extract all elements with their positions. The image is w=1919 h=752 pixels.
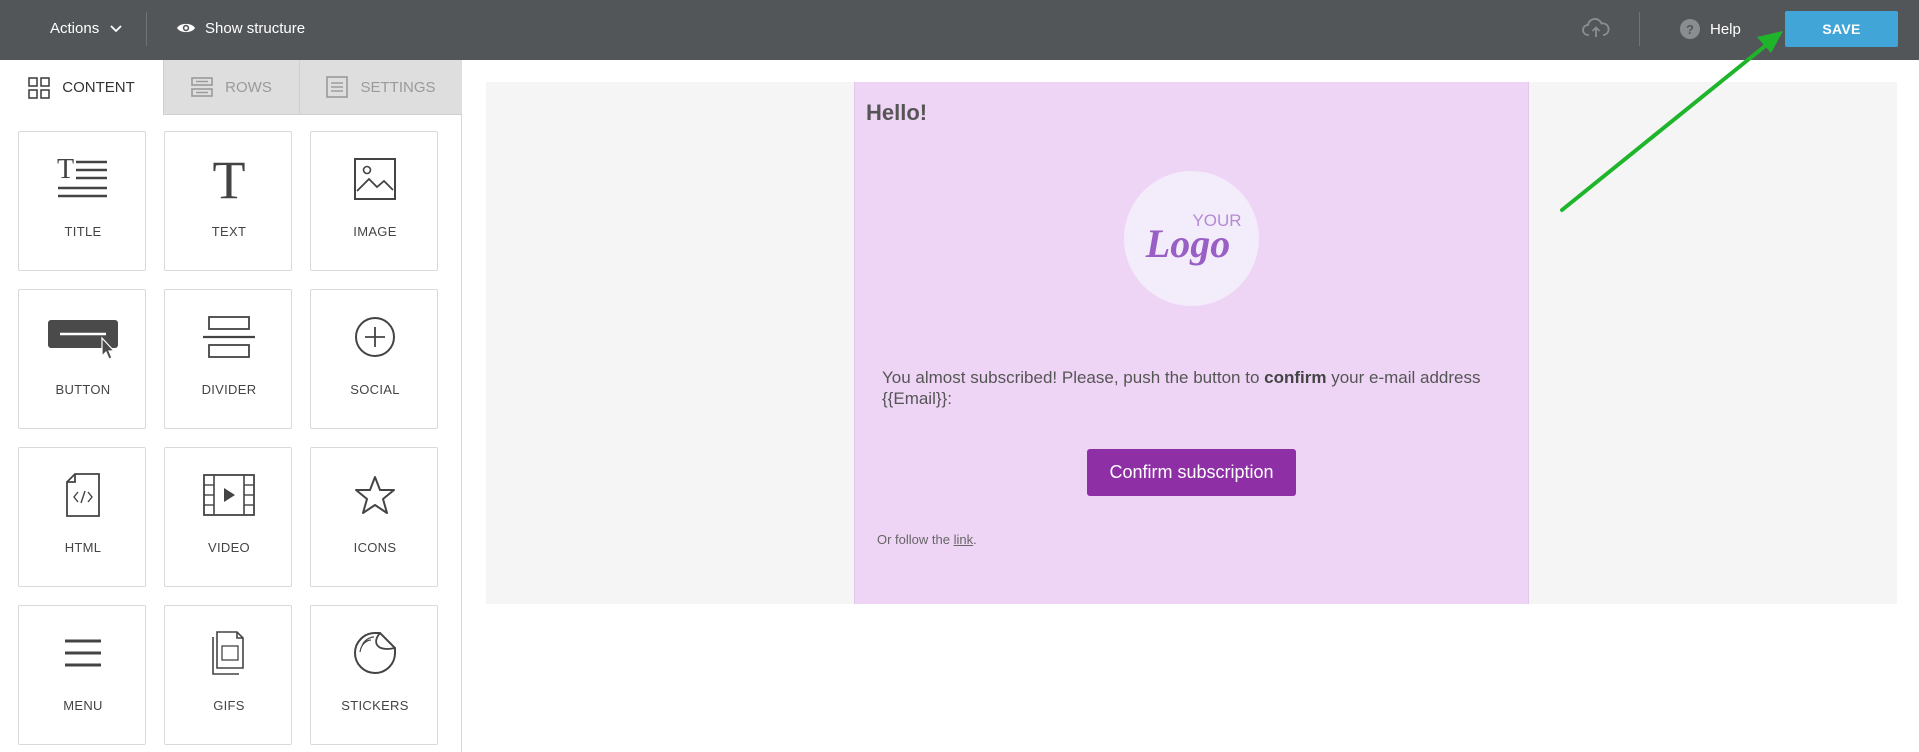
text-icon: T <box>213 154 246 204</box>
block-stickers[interactable]: STICKERS <box>310 605 438 745</box>
block-label: BUTTON <box>55 382 111 397</box>
logo-image[interactable]: YOUR Logo <box>1124 171 1259 306</box>
follow-link-text[interactable]: Or follow the link. <box>877 532 977 547</box>
divider-icon <box>203 316 255 358</box>
show-structure-toggle[interactable]: Show structure <box>176 0 305 56</box>
svg-text:T: T <box>57 156 74 185</box>
button-icon <box>48 320 118 360</box>
settings-icon <box>326 76 349 98</box>
block-label: IMAGE <box>353 224 397 239</box>
logo-icon: YOUR Logo <box>1145 211 1242 266</box>
block-gifs[interactable]: GIFS <box>164 605 292 745</box>
block-button[interactable]: BUTTON <box>18 289 146 429</box>
block-label: ICONS <box>353 540 397 555</box>
rows-icon <box>191 77 213 97</box>
block-label: TEXT <box>211 224 247 239</box>
confirm-subscription-button[interactable]: Confirm subscription <box>1087 449 1296 496</box>
star-icon <box>355 476 395 514</box>
html-icon <box>66 473 100 517</box>
actions-label: Actions <box>50 19 100 37</box>
block-html[interactable]: HTML <box>18 447 146 587</box>
eye-icon <box>177 23 195 33</box>
save-button[interactable]: SAVE <box>1785 11 1898 47</box>
social-icon <box>355 317 395 357</box>
block-label: SOCIAL <box>350 382 400 397</box>
block-label: TITLE <box>64 224 102 239</box>
content-sidebar: CONTENT ROWS SETTINGS T TITLE T TEXT IMA… <box>0 60 462 752</box>
follow-link[interactable]: link <box>954 532 974 547</box>
tab-rows[interactable]: ROWS <box>163 60 299 115</box>
toolbar-divider <box>1639 12 1640 46</box>
actions-menu-button[interactable]: Actions <box>30 0 143 56</box>
email-message[interactable]: You almost subscribed! Please, push the … <box>882 367 1482 409</box>
block-social[interactable]: SOCIAL <box>310 289 438 429</box>
logo-main-text: Logo <box>1145 221 1230 266</box>
block-text[interactable]: T TEXT <box>164 131 292 271</box>
chevron-down-icon <box>110 25 122 33</box>
follow-prefix: Or follow the <box>877 532 954 547</box>
block-label: HTML <box>64 540 102 555</box>
block-title[interactable]: T TITLE <box>18 131 146 271</box>
toolbar-divider <box>146 12 147 46</box>
block-divider[interactable]: DIVIDER <box>164 289 292 429</box>
message-bold: confirm <box>1264 368 1327 387</box>
block-menu[interactable]: MENU <box>18 605 146 745</box>
sticker-icon <box>354 632 396 674</box>
tab-content-label: CONTENT <box>62 79 135 96</box>
block-video[interactable]: VIDEO <box>164 447 292 587</box>
block-label: GIFS <box>213 698 245 713</box>
email-greeting[interactable]: Hello! <box>866 100 927 126</box>
block-label: MENU <box>63 698 103 713</box>
help-icon: ? <box>1680 19 1700 39</box>
tab-content[interactable]: CONTENT <box>0 60 163 115</box>
video-icon <box>203 474 255 516</box>
follow-suffix: . <box>973 532 977 547</box>
block-label: STICKERS <box>341 698 409 713</box>
svg-text:T: T <box>213 154 246 204</box>
tab-rows-label: ROWS <box>225 78 272 96</box>
top-toolbar: Actions Show structure ? Help SAVE <box>0 0 1919 60</box>
block-icons[interactable]: ICONS <box>310 447 438 587</box>
tab-settings-label: SETTINGS <box>360 78 436 96</box>
email-body[interactable]: Hello! YOUR Logo You almost subscribed! … <box>854 82 1529 604</box>
grid-icon <box>28 76 51 99</box>
message-text: You almost subscribed! Please, push the … <box>882 368 1265 387</box>
tab-settings[interactable]: SETTINGS <box>299 60 462 115</box>
help-button[interactable]: ? Help <box>1680 0 1741 58</box>
image-icon <box>354 158 396 200</box>
title-icon: T <box>57 156 107 198</box>
gifs-icon <box>212 631 244 675</box>
menu-icon <box>65 639 101 667</box>
help-label: Help <box>1710 20 1741 38</box>
sidebar-tabs: CONTENT ROWS SETTINGS <box>0 60 462 115</box>
block-image[interactable]: IMAGE <box>310 131 438 271</box>
block-label: VIDEO <box>208 540 250 555</box>
show-structure-label: Show structure <box>205 19 306 37</box>
cloud-upload-icon[interactable] <box>1582 16 1610 40</box>
block-label: DIVIDER <box>201 382 257 397</box>
